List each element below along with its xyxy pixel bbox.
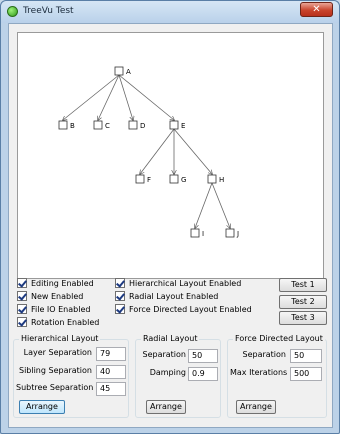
tree-edge [211, 182, 230, 228]
force-directed-layout-group: Force Directed Layout Separation 50 Max … [227, 334, 327, 418]
checkbox-label: Force Directed Layout Enabled [129, 304, 252, 314]
tree-node-label: E [181, 122, 185, 130]
tree-node-label: A [126, 68, 131, 76]
checkbox-check-icon[interactable] [115, 304, 125, 314]
group-title: Force Directed Layout [233, 334, 325, 343]
tree-edge [63, 74, 120, 120]
tree-node-label: I [202, 230, 204, 238]
checkbox-check-icon[interactable] [17, 317, 27, 327]
radial-layout-group: Radial Layout Separation 50 Damping 0.9 … [135, 334, 221, 418]
tree-node-label: F [147, 176, 151, 184]
force-separation-input[interactable]: 50 [290, 349, 322, 363]
tree-node[interactable] [128, 120, 138, 130]
checkbox-label: Rotation Enabled [31, 317, 100, 327]
checkbox-label: New Enabled [31, 291, 84, 301]
radial-arrange-button[interactable]: Arrange [146, 400, 186, 414]
layer-separation-input[interactable]: 79 [96, 347, 126, 361]
checkbox-check-icon[interactable] [17, 291, 27, 301]
new-enabled-checkbox[interactable]: New Enabled [17, 290, 83, 302]
tree-node[interactable] [169, 174, 179, 184]
radial-separation-input[interactable]: 50 [188, 349, 218, 363]
app-icon [7, 6, 18, 17]
force-arrange-button[interactable]: Arrange [236, 400, 276, 414]
title-bar[interactable]: TreeVu Test ✕ [1, 1, 339, 23]
test-2-button[interactable]: Test 2 [279, 295, 327, 309]
tree-node[interactable] [169, 120, 179, 130]
group-title: Hierarchical Layout [19, 334, 101, 343]
tree-node[interactable] [225, 228, 235, 238]
checkbox-check-icon[interactable] [115, 291, 125, 301]
damping-input[interactable]: 0.9 [188, 367, 218, 381]
tree-edge [173, 128, 212, 174]
tree-edge [118, 74, 133, 120]
checkbox-check-icon[interactable] [17, 278, 27, 288]
sibling-separation-input[interactable]: 40 [96, 365, 126, 379]
rotation-enabled-checkbox[interactable]: Rotation Enabled [17, 316, 99, 328]
close-button[interactable]: ✕ [300, 2, 333, 17]
tree-node-label: C [105, 122, 110, 130]
tree-node[interactable] [135, 174, 145, 184]
checkbox-label: Hierarchical Layout Enabled [129, 278, 242, 288]
tree-node-label: D [140, 122, 145, 130]
window-title: TreeVu Test [23, 6, 74, 16]
test-1-button[interactable]: Test 1 [279, 278, 327, 292]
checkbox-check-icon[interactable] [115, 278, 125, 288]
tree-node[interactable] [190, 228, 200, 238]
radial-separation-label: Separation [142, 350, 187, 359]
hierarchical-layout-enabled-checkbox[interactable]: Hierarchical Layout Enabled [115, 277, 241, 289]
tree-node[interactable] [207, 174, 217, 184]
client-area: A B C D E F G H I J Editing Enabled New Enabled F… [8, 23, 333, 428]
max-iterations-label: Max Iterations [230, 368, 288, 377]
file-io-enabled-checkbox[interactable]: File IO Enabled [17, 303, 90, 315]
hierarchical-arrange-button[interactable]: Arrange [19, 400, 65, 414]
tree-node[interactable] [93, 120, 103, 130]
checkbox-label: Radial Layout Enabled [129, 291, 219, 301]
damping-label: Damping [149, 368, 186, 377]
tree-graph[interactable]: A B C D E F G H I J [18, 33, 323, 278]
app-window: TreeVu Test ✕ A B C D E F G H I J Editing Enabled… [0, 0, 340, 434]
layer-separation-label: Layer Separation [23, 348, 92, 357]
tree-node-label: G [181, 176, 186, 184]
hierarchical-layout-group: Hierarchical Layout Layer Separation 79 … [13, 334, 129, 418]
tree-node-label: B [70, 122, 75, 130]
checkbox-check-icon[interactable] [17, 304, 27, 314]
force-separation-label: Separation [242, 350, 287, 359]
radial-layout-enabled-checkbox[interactable]: Radial Layout Enabled [115, 290, 218, 302]
tree-node-label: H [219, 176, 224, 184]
test-3-button[interactable]: Test 3 [279, 311, 327, 325]
tree-node[interactable] [58, 120, 68, 130]
checkbox-label: Editing Enabled [31, 278, 94, 288]
tree-edge [98, 74, 120, 120]
tree-node-label: J [236, 230, 239, 238]
max-iterations-input[interactable]: 500 [290, 367, 322, 381]
force-directed-layout-enabled-checkbox[interactable]: Force Directed Layout Enabled [115, 303, 252, 315]
subtree-separation-input[interactable]: 45 [96, 382, 126, 396]
editing-enabled-checkbox[interactable]: Editing Enabled [17, 277, 94, 289]
sibling-separation-label: Sibling Separation [18, 366, 92, 375]
tree-node[interactable] [114, 66, 124, 76]
tree-edge [140, 128, 175, 174]
tree-edge [195, 182, 213, 228]
tree-edge [118, 74, 174, 120]
tree-canvas[interactable]: A B C D E F G H I J [17, 32, 324, 279]
group-title: Radial Layout [141, 334, 200, 343]
checkbox-label: File IO Enabled [31, 304, 91, 314]
subtree-separation-label: Subtree Separation [16, 383, 94, 392]
